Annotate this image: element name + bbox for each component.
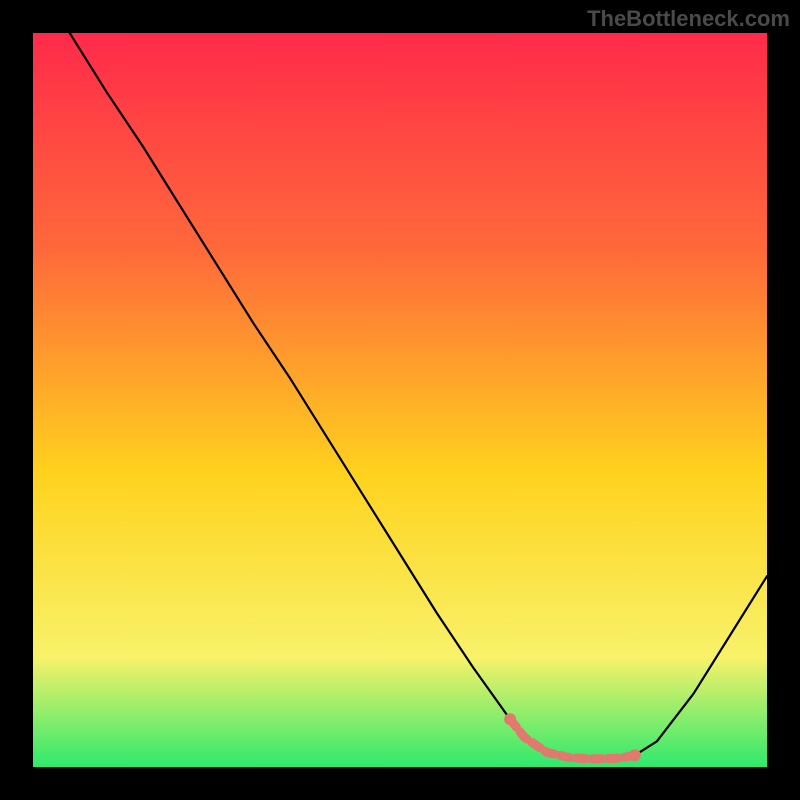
plot-area [33, 33, 767, 767]
watermark-text: TheBottleneck.com [587, 6, 790, 32]
marker-dot [629, 749, 641, 761]
marker-dot [504, 713, 516, 725]
gradient-background [33, 33, 767, 767]
chart-svg [33, 33, 767, 767]
chart-container: TheBottleneck.com [0, 0, 800, 800]
